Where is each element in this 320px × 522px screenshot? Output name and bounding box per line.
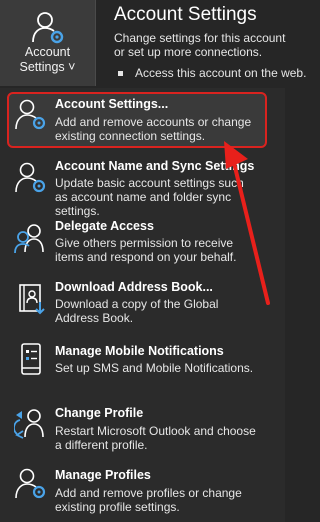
header-bullet: Access this account on the web. bbox=[118, 66, 306, 80]
menu-item-desc: Set up SMS and Mobile Notifications. bbox=[55, 361, 254, 375]
menu-item-title: Change Profile bbox=[55, 406, 144, 420]
mobile-notifications-icon bbox=[21, 343, 41, 375]
header-bullet-text[interactable]: Access this account on the web. bbox=[135, 66, 306, 80]
menu-item-title: Download Address Book... bbox=[55, 280, 213, 294]
menu-item-title: Manage Mobile Notifications bbox=[55, 344, 224, 358]
page-title: Account Settings bbox=[114, 4, 257, 25]
delegate-people-icon bbox=[14, 224, 44, 254]
menu-item-title: Account Settings... bbox=[55, 97, 169, 111]
red-arrow-annotation bbox=[224, 141, 270, 305]
account-settings-button-label-2: Settings ˅ bbox=[19, 60, 76, 74]
bullet-icon bbox=[118, 71, 123, 77]
menu-item-title: Delegate Access bbox=[55, 219, 154, 233]
menu-item-desc: Add and remove profiles or change existi… bbox=[55, 486, 242, 514]
person-gear-icon bbox=[15, 162, 46, 193]
person-gear-icon bbox=[32, 12, 64, 44]
menu-item-manage-mobile-notifications[interactable]: Manage Mobile Notifications Set up SMS a… bbox=[0, 343, 285, 384]
header-description: Change settings for this account or set … bbox=[114, 31, 286, 59]
person-gear-icon bbox=[15, 99, 46, 130]
menu-item-change-profile[interactable]: Change Profile Restart Microsoft Outlook… bbox=[0, 405, 285, 457]
account-settings-menu: Account Settings... Add and remove accou… bbox=[0, 88, 285, 522]
backstage-header: Account Settings ˅ Account Settings Chan… bbox=[0, 0, 306, 88]
address-book-download-icon bbox=[19, 284, 45, 315]
menu-item-title: Manage Profiles bbox=[55, 468, 151, 482]
account-settings-dropdown-button[interactable]: Account Settings ˅ bbox=[0, 0, 96, 86]
manage-profiles-icon bbox=[15, 468, 46, 499]
menu-item-desc: Download a copy of the Global Address Bo… bbox=[55, 297, 219, 325]
menu-item-manage-profiles[interactable]: Manage Profiles Add and remove profiles … bbox=[0, 467, 285, 519]
account-settings-button-label: Account bbox=[24, 45, 71, 59]
menu-item-desc: Give others permission to receive items … bbox=[55, 236, 237, 264]
menu-item-desc: Restart Microsoft Outlook and choose a d… bbox=[55, 424, 256, 452]
change-profile-icon bbox=[14, 409, 44, 439]
